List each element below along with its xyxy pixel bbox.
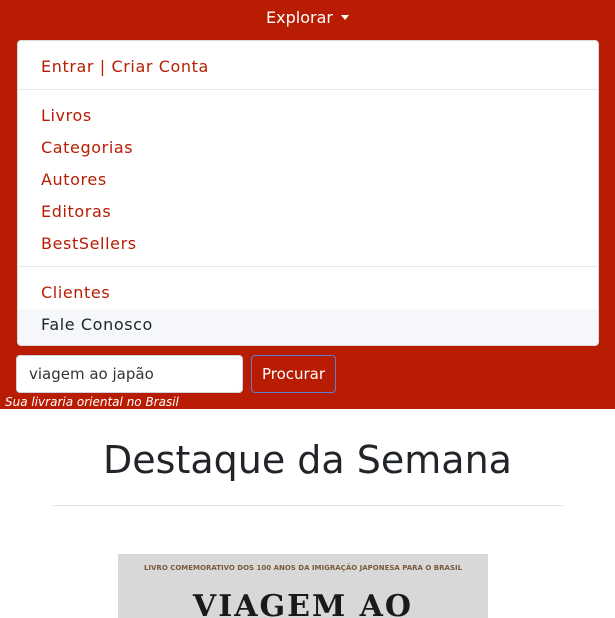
menu-item-authors[interactable]: Autores (18, 164, 598, 196)
menu-item-books[interactable]: Livros (18, 100, 598, 132)
explore-label: Explorar (266, 8, 333, 27)
menu-divider (18, 266, 598, 267)
explore-dropdown-menu: Entrar | Criar Conta Livros Categorias A… (17, 40, 599, 346)
caret-down-icon (340, 15, 349, 20)
featured-book-cover[interactable]: LIVRO COMEMORATIVO DOS 100 ANOS DA IMIGR… (118, 554, 488, 618)
site-tagline: Sua livraria oriental no Brasil (5, 395, 179, 409)
menu-divider (18, 89, 598, 90)
menu-item-publishers[interactable]: Editoras (18, 196, 598, 228)
menu-item-clients[interactable]: Clientes (18, 277, 598, 309)
section-divider (53, 505, 563, 506)
menu-item-categories[interactable]: Categorias (18, 132, 598, 164)
site-header: Explorar Entrar | Criar Conta Livros Cat… (0, 0, 615, 409)
cover-title: VIAGEM AO (192, 589, 414, 618)
search-button[interactable]: Procurar (251, 355, 336, 393)
cover-subtitle: LIVRO COMEMORATIVO DOS 100 ANOS DA IMIGR… (143, 564, 463, 572)
explore-dropdown-toggle[interactable]: Explorar (0, 8, 615, 28)
menu-item-bestsellers[interactable]: BestSellers (18, 228, 598, 260)
menu-item-contact[interactable]: Fale Conosco (18, 309, 598, 345)
featured-title: Destaque da Semana (103, 438, 512, 482)
menu-item-login[interactable]: Entrar | Criar Conta (18, 51, 598, 83)
search-input[interactable] (16, 355, 243, 393)
